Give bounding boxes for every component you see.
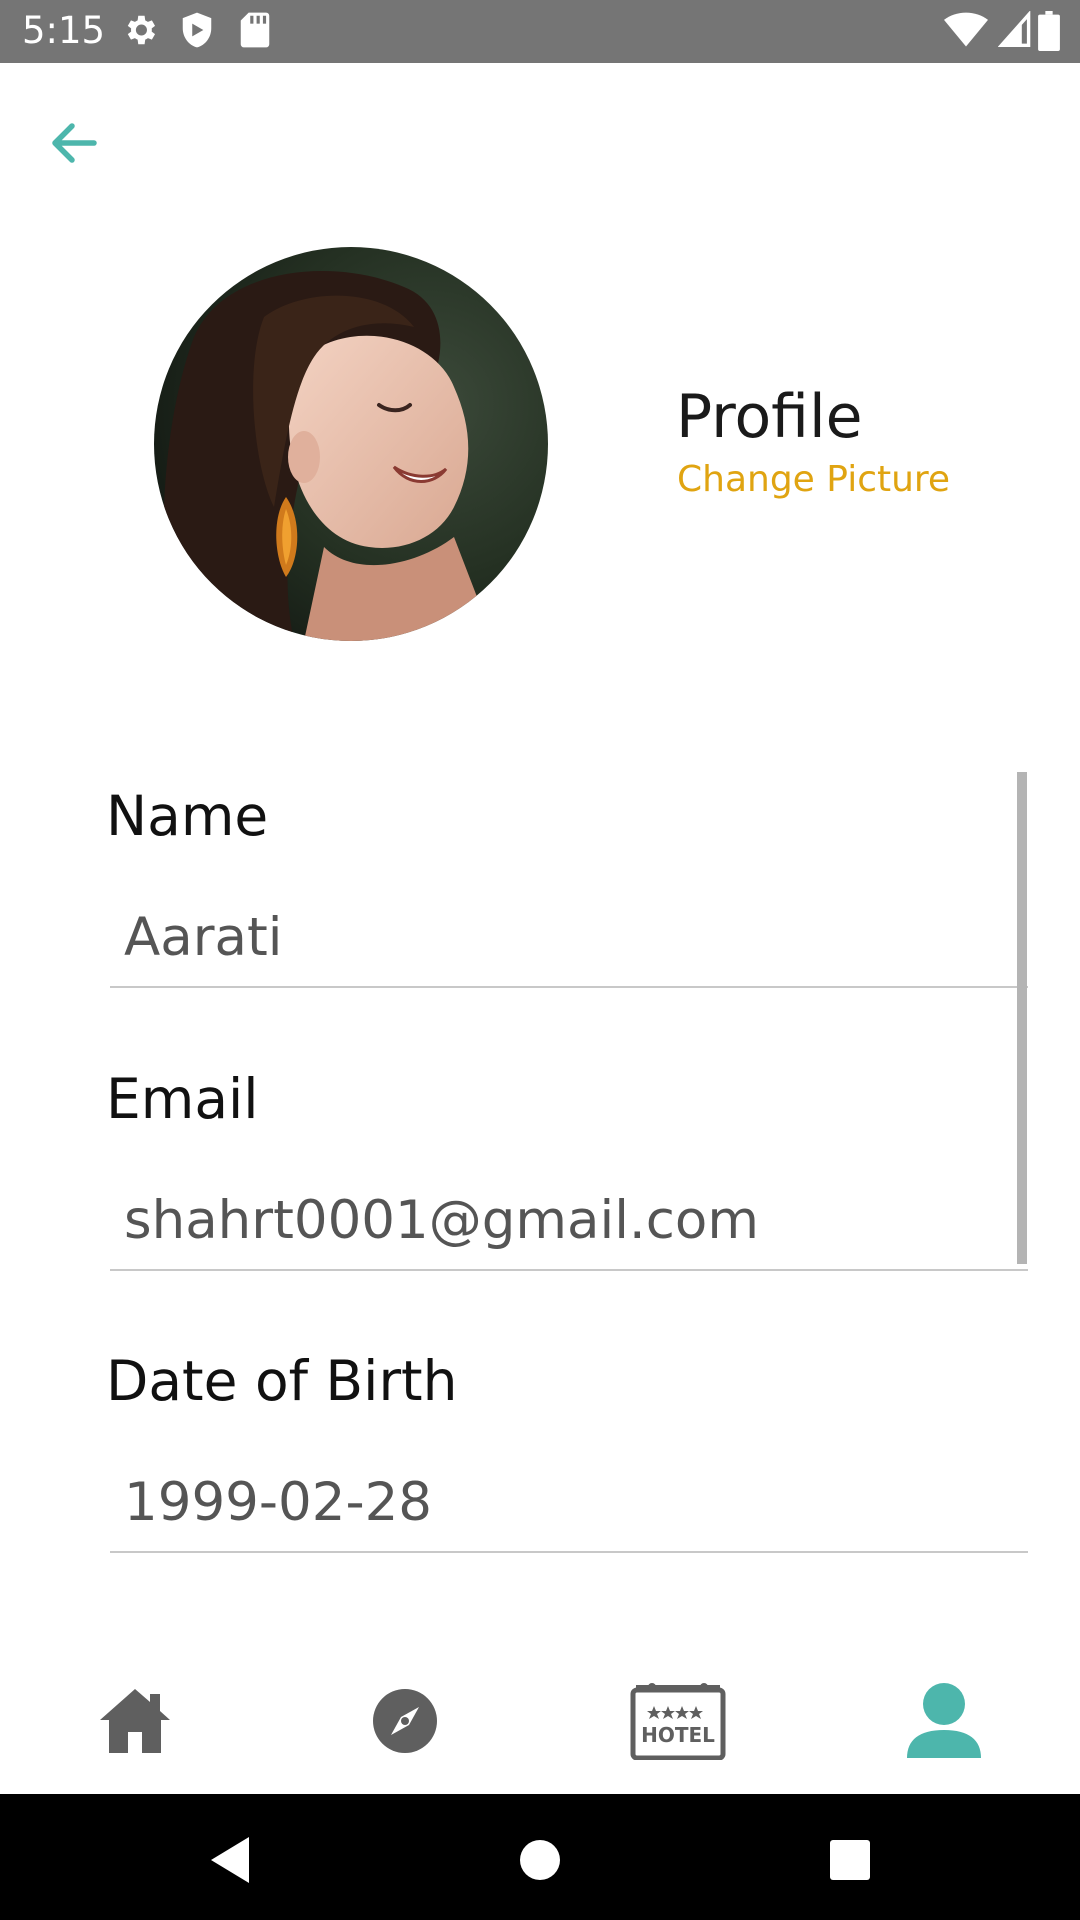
shield-icon	[180, 11, 214, 51]
settings-icon	[121, 11, 159, 51]
system-nav-bar	[0, 1794, 1080, 1920]
change-picture-link[interactable]: Change Picture	[677, 458, 950, 502]
dob-field[interactable]	[110, 1453, 1028, 1553]
nav-profile[interactable]	[899, 1676, 989, 1766]
back-button[interactable]	[38, 110, 108, 180]
status-bar: 5:15	[0, 0, 1080, 63]
recents-square-icon	[829, 1839, 871, 1885]
email-label: Email	[106, 1067, 259, 1131]
home-circle-icon	[518, 1838, 562, 1886]
dob-label: Date of Birth	[106, 1349, 458, 1413]
system-back-button[interactable]	[200, 1832, 260, 1892]
compass-icon	[372, 1688, 438, 1754]
system-home-button[interactable]	[510, 1832, 570, 1892]
cell-signal-icon	[998, 11, 1032, 51]
profile-screen: 5:15 Profile Change Picture Name Aarati …	[0, 0, 1080, 1920]
system-recents-button[interactable]	[820, 1832, 880, 1892]
nav-explore[interactable]	[360, 1676, 450, 1766]
nav-hotel[interactable]: HOTEL	[630, 1676, 726, 1766]
sd-card-icon	[240, 11, 270, 51]
status-time: 5:15	[22, 9, 106, 52]
battery-icon	[1038, 11, 1060, 51]
nav-home[interactable]	[90, 1676, 180, 1766]
wifi-icon	[944, 11, 988, 51]
name-field[interactable]	[110, 888, 1028, 988]
hotel-icon-label: HOTEL	[641, 1723, 715, 1747]
email-field[interactable]	[110, 1171, 1028, 1271]
bottom-nav: HOTEL	[0, 1640, 1080, 1794]
arrow-left-icon	[48, 121, 98, 169]
avatar[interactable]	[154, 247, 548, 641]
user-icon	[905, 1682, 983, 1760]
scrollbar[interactable]	[1017, 772, 1027, 1264]
home-icon	[98, 1686, 172, 1756]
hotel-icon: HOTEL	[630, 1682, 726, 1760]
name-label: Name	[106, 784, 269, 848]
page-title: Profile	[676, 382, 863, 452]
back-triangle-icon	[207, 1835, 253, 1889]
